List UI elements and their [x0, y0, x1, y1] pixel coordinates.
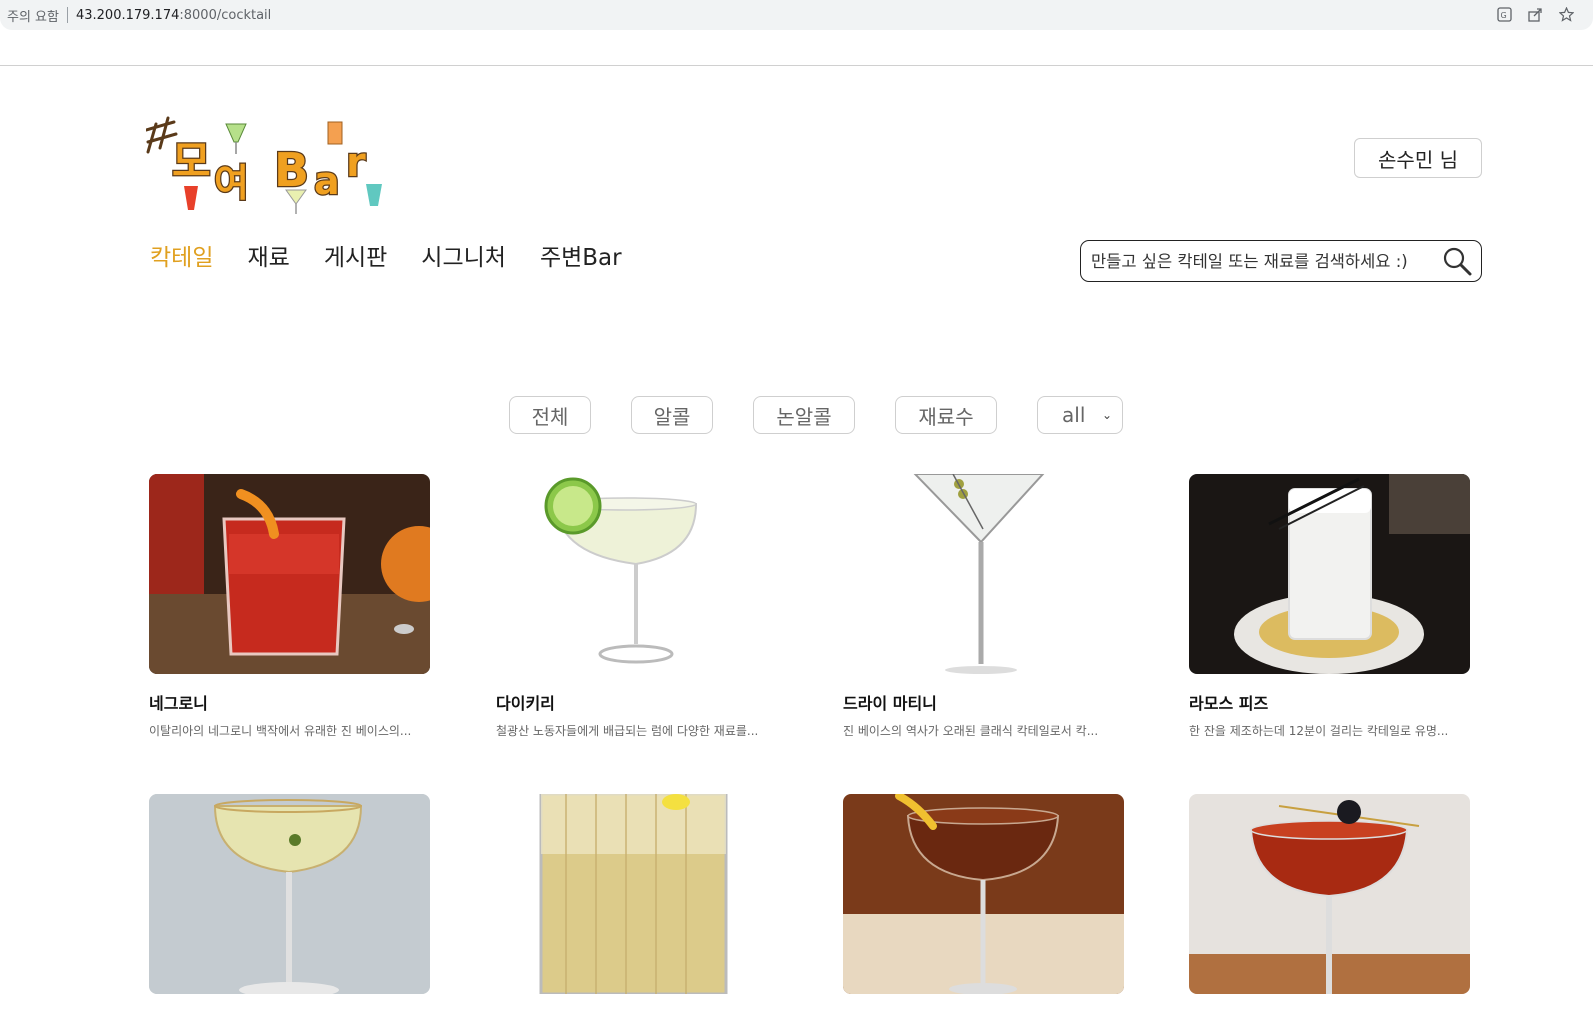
cocktail-image[interactable] [843, 794, 1124, 994]
filter-all-button[interactable]: 전체 [509, 396, 591, 434]
filter-alcohol-button[interactable]: 알콜 [631, 396, 713, 434]
cocktail-image-dry-martini[interactable] [843, 474, 1124, 674]
user-menu-button[interactable]: 손수민 님 [1354, 138, 1482, 178]
cocktail-image-daiquiri[interactable] [496, 474, 777, 674]
svg-text:r: r [346, 140, 366, 186]
site-logo[interactable]: 모 여 B a r [144, 104, 396, 224]
nav-item-ingredients[interactable]: 재료 [247, 238, 289, 272]
cocktail-image[interactable] [149, 794, 430, 994]
svg-text:G: G [1501, 11, 1507, 20]
security-warning[interactable]: 주의 요함 [7, 6, 59, 25]
cocktail-description: 한 잔을 제조하는데 12분이 걸리는 칵테일로 유명... [1189, 724, 1449, 738]
cocktail-card[interactable] [496, 794, 777, 1010]
chevron-down-icon: ⌄ [1101, 408, 1112, 422]
cocktail-card[interactable] [149, 794, 430, 1010]
nav-item-nearby-bar[interactable]: 주변Bar [540, 238, 622, 272]
cocktail-name: 다이키리 [496, 694, 555, 713]
url-host[interactable]: 43.200.179.174 [76, 8, 179, 23]
svg-text:B: B [274, 143, 309, 197]
cocktail-name: 라모스 피즈 [1189, 694, 1269, 713]
address-separator [66, 7, 68, 23]
translate-icon[interactable]: G [1496, 6, 1513, 23]
cocktail-image[interactable] [496, 794, 777, 994]
nav-item-board[interactable]: 게시판 [324, 238, 387, 272]
filter-non-alcohol-button[interactable]: 논알콜 [753, 396, 855, 434]
cocktail-description: 진 베이스의 역사가 오래된 클래식 칵테일로서 칵... [843, 724, 1099, 738]
nav-item-signature[interactable]: 시그니처 [421, 238, 506, 272]
search-input[interactable] [1091, 251, 1441, 271]
url-path[interactable]: :8000/cocktail [179, 8, 271, 23]
cocktail-image-ramos-fizz[interactable] [1189, 474, 1470, 674]
share-icon[interactable] [1527, 6, 1544, 23]
address-bar[interactable]: 주의 요함 43.200.179.174:8000/cocktail G [0, 0, 1593, 30]
header-divider [0, 65, 1593, 66]
cocktail-name: 네그로니 [149, 694, 208, 713]
cocktail-card[interactable] [1189, 794, 1470, 1010]
svg-text:a: a [314, 159, 340, 203]
cocktail-card[interactable] [843, 794, 1124, 1010]
nav-item-cocktail[interactable]: 칵테일 [150, 238, 213, 272]
bookmark-star-icon[interactable] [1558, 6, 1575, 23]
search-box [1080, 240, 1482, 282]
svg-text:모: 모 [172, 137, 211, 186]
svg-text:여: 여 [214, 161, 249, 205]
cocktail-image[interactable] [1189, 794, 1470, 994]
cocktail-card[interactable]: 드라이 마티니 진 베이스의 역사가 오래된 클래식 칵테일로서 칵... [843, 474, 1124, 739]
main-nav: 칵테일 재료 게시판 시그니처 주변Bar [150, 238, 622, 272]
cocktail-card[interactable]: 네그로니 이탈리아의 네그로니 백작에서 유래한 진 베이스의... [149, 474, 430, 739]
select-value: all [1062, 403, 1086, 427]
filter-ingredient-count-button[interactable]: 재료수 [895, 396, 997, 434]
search-icon[interactable] [1441, 245, 1473, 277]
ingredient-count-select[interactable]: all ⌄ [1037, 396, 1123, 434]
cocktail-image-negroni[interactable] [149, 474, 430, 674]
filter-bar: 전체 알콜 논알콜 재료수 all ⌄ [509, 396, 1123, 434]
cocktail-name: 드라이 마티니 [843, 694, 937, 713]
cocktail-description: 철광산 노동자들에게 배급되는 럼에 다양한 재료를... [496, 724, 759, 738]
cocktail-description: 이탈리아의 네그로니 백작에서 유래한 진 베이스의... [149, 724, 412, 738]
cocktail-card[interactable]: 라모스 피즈 한 잔을 제조하는데 12분이 걸리는 칵테일로 유명... [1189, 474, 1470, 739]
cocktail-card[interactable]: 다이키리 철광산 노동자들에게 배급되는 럼에 다양한 재료를... [496, 474, 777, 739]
